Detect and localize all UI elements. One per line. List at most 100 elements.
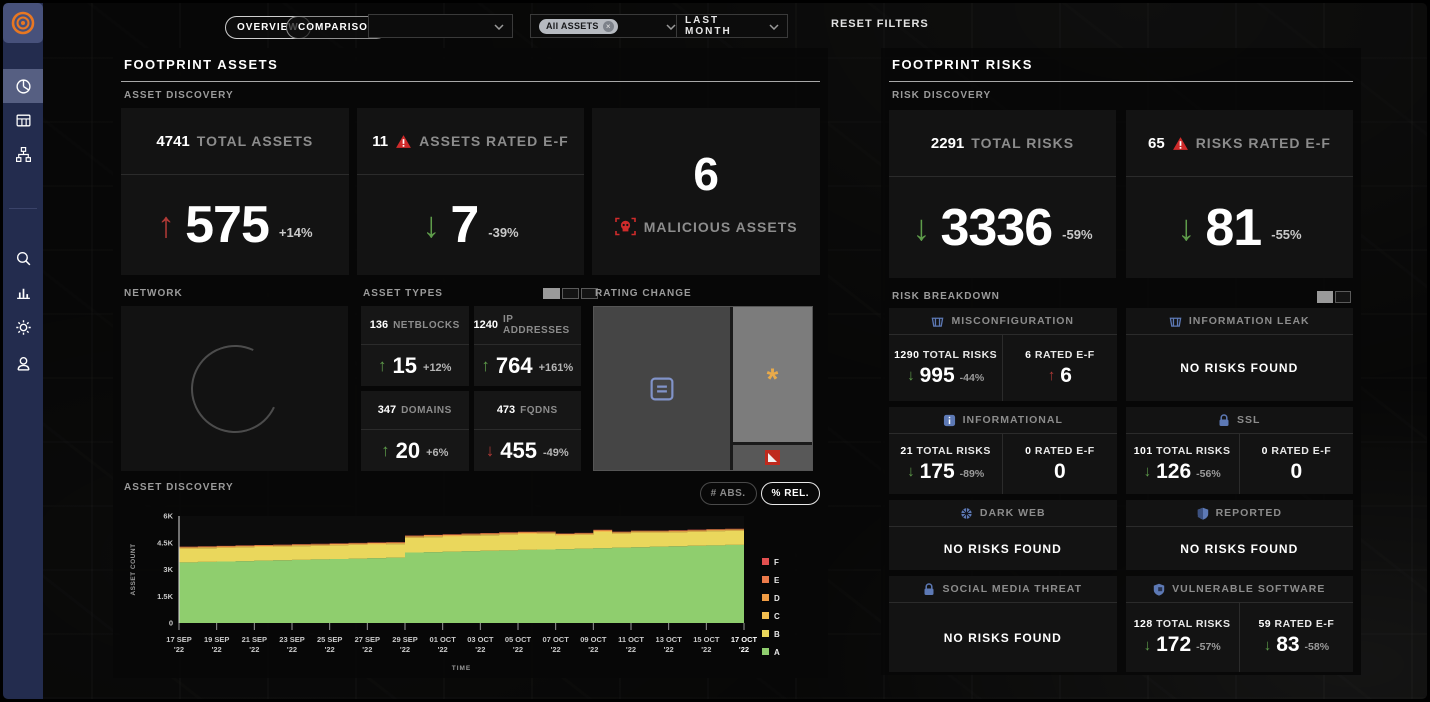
asset-type-trend: ↑ 15 +12% (361, 345, 469, 386)
absolute-mode-button[interactable]: # ABS. (699, 482, 757, 505)
risk-category-card[interactable]: VULNERABLE SOFTWARE 128 TOTAL RISKS ↓ 17… (1125, 576, 1353, 672)
asset-type-header: 347 DOMAINS (361, 391, 469, 430)
risk-stat-header: 21 TOTAL RISKS (900, 444, 991, 457)
chevron-down-icon (494, 17, 504, 35)
svg-text:ASSET COUNT: ASSET COUNT (130, 543, 137, 595)
malicious-assets-count: 6 (693, 148, 719, 200)
up-arrow-icon: ↑ (378, 356, 387, 375)
toggle-segment[interactable] (543, 288, 560, 299)
risk-category-body: NO RISKS FOUND (889, 527, 1117, 570)
risk-stat-header: 0 RATED E-F (1261, 444, 1332, 457)
risk-stat-number: 0 (1054, 459, 1066, 483)
asset-filter-select[interactable]: All ASSETS × (530, 14, 685, 38)
toggle-segment[interactable] (1335, 291, 1351, 303)
svg-text:D: D (774, 594, 780, 603)
basket-icon (1169, 315, 1182, 328)
search-icon (16, 251, 30, 265)
asset-type-card[interactable]: 473 FQDNS ↓ 455 -49% (473, 391, 581, 471)
risk-category-body: 1290 TOTAL RISKS ↓ 995 -44% 6 RATED E-F … (889, 335, 1117, 401)
risks-rated-ef-label: RISKS RATED E-F (1195, 135, 1331, 151)
sidebar-item-analytics[interactable] (3, 275, 43, 309)
globe-icon (960, 507, 973, 520)
svg-text:B: B (774, 630, 780, 639)
risk-stat-cell: 59 RATED E-F ↓ 83 -58% (1238, 603, 1353, 672)
risk-discovery-label: RISK DISCOVERY (892, 90, 992, 101)
risk-category-card[interactable]: INFORMATIONAL 21 TOTAL RISKS ↓ 175 -89% … (889, 407, 1117, 494)
asset-type-card[interactable]: 1240 IP ADDRESSES ↑ 764 +161% (473, 306, 581, 386)
sidebar-item-user[interactable] (3, 346, 43, 380)
risks-rated-ef-delta: 81 (1205, 198, 1262, 257)
reset-filters-button[interactable]: RESET FILTERS (831, 18, 929, 30)
total-assets-count: 4741 (156, 132, 190, 150)
risk-category-card[interactable]: REPORTED NO RISKS FOUND (1125, 500, 1354, 570)
risk-category-card[interactable]: SOCIAL MEDIA THREAT NO RISKS FOUND (889, 576, 1117, 672)
sidebar-item-network-map[interactable] (3, 137, 43, 171)
change-trend-icon (765, 450, 780, 465)
total-assets-pct: +14% (278, 224, 313, 240)
risk-category-body: NO RISKS FOUND (1126, 335, 1354, 401)
risks-panel-header: FOOTPRINT RISKS (889, 48, 1353, 82)
risk-category-header: MISCONFIGURATION (889, 308, 1117, 335)
bar-chart-icon (16, 288, 30, 299)
risk-category-title: INFORMATIONAL (962, 414, 1063, 426)
toggle-segment[interactable] (1317, 291, 1333, 303)
sidebar-item-dashboard[interactable] (3, 69, 43, 103)
sidebar-item-data-table[interactable] (3, 103, 43, 137)
total-risks-trend: ↓ 3336 -59% (889, 177, 1116, 278)
asset-filter-chip: All ASSETS × (539, 18, 618, 34)
company-select[interactable] (368, 14, 513, 38)
asset-type-pct: +12% (423, 362, 452, 374)
asset-type-delta: 20 (395, 437, 421, 463)
treemap-new-block[interactable]: * (733, 307, 812, 442)
risk-stat-number: 126 (1156, 459, 1192, 483)
svg-text:0: 0 (169, 619, 173, 628)
up-arrow-icon: ↑ (381, 441, 390, 460)
treemap-changed-block[interactable] (733, 445, 812, 470)
loading-spinner (178, 332, 291, 445)
total-assets-header: 4741 TOTAL ASSETS (121, 108, 349, 175)
sidebar-item-settings[interactable] (3, 310, 43, 344)
total-assets-trend: ↑ 575 +14% (121, 175, 349, 275)
asset-type-card[interactable]: 347 DOMAINS ↑ 20 +6% (361, 391, 469, 471)
risk-stat-number: 995 (919, 363, 955, 387)
app-logo[interactable] (3, 3, 43, 43)
toggle-segment[interactable] (562, 288, 579, 299)
period-select[interactable]: LAST MONTH (676, 14, 788, 38)
risk-stat-cell: 1290 TOTAL RISKS ↓ 995 -44% (889, 335, 1002, 401)
sidebar-divider (9, 208, 37, 209)
risk-stat-header: 6 RATED E-F (1025, 348, 1095, 361)
risk-category-title: VULNERABLE SOFTWARE (1172, 583, 1326, 595)
svg-text:1.5K: 1.5K (157, 592, 173, 601)
sidebar-item-search[interactable] (3, 241, 43, 275)
risk-category-card[interactable]: DARK WEB NO RISKS FOUND (889, 500, 1117, 570)
risk-category-header: INFORMATION LEAK (1125, 308, 1353, 335)
risk-category-card[interactable]: MISCONFIGURATION 1290 TOTAL RISKS ↓ 995 … (889, 308, 1117, 401)
basket-icon (931, 315, 944, 328)
treemap-no-change-block[interactable] (594, 307, 730, 470)
assets-rated-ef-count: 11 (372, 132, 389, 150)
risk-category-header: INFORMATIONAL (889, 407, 1117, 434)
up-arrow-icon: ↑ (1047, 367, 1056, 384)
risk-stat-cell: 128 TOTAL RISKS ↓ 172 -57% (1126, 603, 1239, 672)
warning-triangle-icon (396, 134, 412, 148)
asset-types-view-toggle[interactable] (543, 288, 598, 299)
down-arrow-icon: ↓ (1143, 636, 1152, 654)
asset-type-card[interactable]: 136 NETBLOCKS ↑ 15 +12% (361, 306, 469, 386)
chip-remove-icon[interactable]: × (602, 20, 614, 32)
asset-type-count: 1240 (473, 319, 498, 331)
risk-category-body: NO RISKS FOUND (1126, 527, 1354, 570)
risk-category-header: VULNERABLE SOFTWARE (1125, 576, 1353, 603)
svg-text:21 SEP'22: 21 SEP '22 (242, 635, 267, 654)
risk-breakdown-grid: MISCONFIGURATION 1290 TOTAL RISKS ↓ 995 … (889, 308, 1353, 672)
asset-types-grid: 136 NETBLOCKS ↑ 15 +12% 1240 IP ADDRESSE… (361, 306, 581, 471)
warning-triangle-icon (1172, 136, 1188, 150)
relative-mode-button[interactable]: % REL. (760, 482, 820, 505)
risk-category-body: 21 TOTAL RISKS ↓ 175 -89% 0 RATED E-F 0 (889, 434, 1117, 494)
risk-category-card[interactable]: INFORMATION LEAK NO RISKS FOUND (1125, 308, 1354, 401)
risk-stat-header: 128 TOTAL RISKS (1133, 618, 1231, 630)
asset-discovery-chart: 0 1.5K 3K 4.5K 6K 17 SEP '22 19 SEP '22 21 SEP '22… (121, 508, 821, 676)
svg-text:13 OCT'22: 13 OCT '22 (656, 635, 683, 654)
risk-breakdown-view-toggle[interactable] (1317, 291, 1351, 303)
risk-stat-value: ↓ 83 -58% (1264, 633, 1329, 657)
risk-category-card[interactable]: SSL 101 TOTAL RISKS ↓ 126 -56% 0 RATED E… (1125, 407, 1353, 494)
